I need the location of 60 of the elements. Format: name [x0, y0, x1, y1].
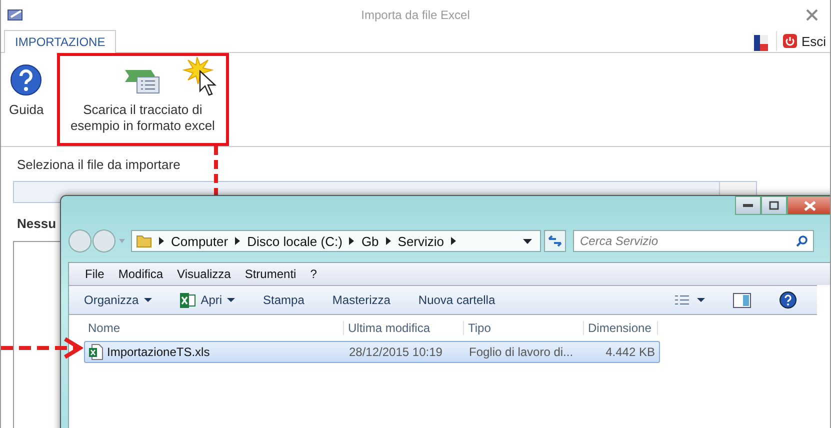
view-list-icon[interactable] — [675, 295, 705, 305]
column-header[interactable]: Dimensione — [584, 320, 658, 334]
app-icon — [7, 8, 25, 22]
menu-item[interactable]: Visualizza — [177, 267, 231, 281]
flag-icon[interactable] — [752, 34, 770, 52]
refresh-button[interactable] — [544, 230, 566, 252]
file-row[interactable]: ImportazioneTS.xls 28/12/2015 10:19 Foglio di lavoro di... 4.442 KB — [84, 341, 660, 363]
chevron-icon — [451, 237, 456, 245]
ribbon-tab[interactable]: IMPORTAZIONE — [4, 30, 116, 53]
menu-item[interactable]: File — [85, 267, 104, 281]
breadcrumb-item[interactable]: Servizio — [398, 234, 444, 248]
address-bar[interactable]: Computer Disco locale (C:) Gb Servizio — [131, 230, 541, 252]
chevron-icon — [159, 237, 164, 245]
toolbar-button[interactable]: Stampa — [263, 293, 304, 307]
help-button[interactable]: Guida — [6, 53, 47, 120]
column-header[interactable]: Ultima modifica — [344, 320, 464, 334]
chevron-icon — [235, 237, 240, 245]
menu-item[interactable]: ? — [310, 267, 317, 281]
open-dropdown[interactable]: Apri — [180, 292, 236, 308]
column-header[interactable]: Nome — [84, 320, 344, 334]
preview-pane-icon[interactable] — [733, 292, 751, 308]
minimize-icon — [743, 204, 753, 208]
close-icon — [804, 200, 816, 210]
power-icon — [783, 34, 798, 48]
spreadsheet-icon — [180, 292, 196, 308]
window-title: Importa da file Excel — [360, 8, 471, 22]
column-header[interactable]: Tipo — [464, 320, 584, 334]
refresh-icon — [548, 235, 562, 247]
maximize-button[interactable] — [761, 196, 787, 215]
cursor-sparkle-icon — [181, 55, 217, 97]
toolbar-dropdown[interactable]: Organizza — [84, 293, 152, 307]
table-cell: 28/12/2015 10:19 — [349, 345, 442, 359]
caret-icon — [144, 298, 152, 302]
table-cell: Foglio di lavoro di... — [469, 345, 574, 359]
search-field[interactable]: Cerca Servizio — [573, 230, 814, 252]
toolbar-button[interactable]: Masterizza — [332, 293, 390, 307]
maximize-icon — [769, 201, 779, 210]
table-cell: ImportazioneTS.xls — [107, 345, 210, 359]
close-icon[interactable] — [806, 9, 818, 21]
download-template-button[interactable]: Scarica il tracciato di esempio in formato excel — [56, 53, 229, 146]
help-icon — [10, 64, 42, 96]
help-icon[interactable] — [779, 291, 797, 309]
folder-icon — [136, 234, 152, 248]
breadcrumb-item[interactable]: Gb — [361, 234, 379, 248]
exit-button[interactable]: Esci — [783, 34, 826, 48]
breadcrumb-item[interactable]: Disco locale (C:) — [247, 234, 342, 248]
breadcrumb-item[interactable]: Computer — [171, 234, 228, 248]
caret-icon — [227, 298, 236, 302]
menu-item[interactable]: Strumenti — [244, 267, 296, 281]
chevron-icon — [386, 237, 391, 245]
status-text: Nessu — [17, 216, 58, 231]
table-cell: 4.442 KB — [606, 345, 655, 359]
spreadsheet-file-icon — [89, 344, 103, 360]
field-label: Seleziona il file da importare — [16, 157, 182, 172]
dropdown-icon[interactable] — [523, 238, 532, 244]
toolbar-button[interactable]: Nuova cartella — [418, 293, 496, 307]
menu-item[interactable]: Modifica — [118, 267, 164, 281]
close-button[interactable] — [787, 196, 830, 215]
chevron-icon — [349, 237, 354, 245]
minimize-button[interactable] — [735, 196, 761, 215]
